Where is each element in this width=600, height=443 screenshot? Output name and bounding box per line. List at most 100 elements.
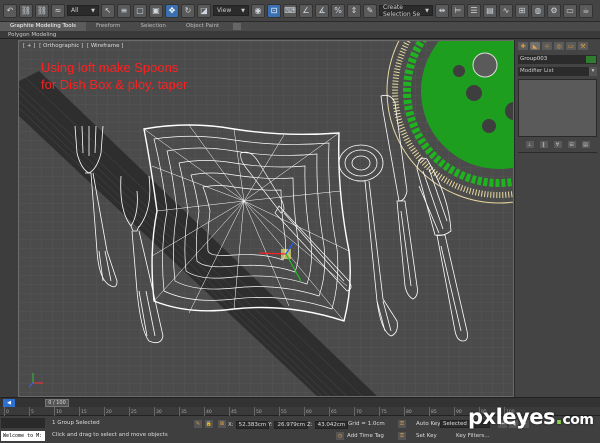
window-crossing-icon[interactable]: ▣ <box>149 3 163 18</box>
main-toolbar: ↶ ⛓ ⛓ ≈ All ▼ ↖ ≡ ▢ ▣ ✥ ↻ ◪ View ▼ ◉ ⊡ ⌨ ∠… <box>0 0 600 22</box>
select-object-icon[interactable]: ↖ <box>101 3 115 18</box>
watermark-tld: com <box>562 412 594 428</box>
object-name-field[interactable]: Group003 <box>518 55 597 64</box>
configure-sets-icon[interactable]: ▤ <box>581 141 590 148</box>
selection-filter-select[interactable]: All ▼ <box>67 5 99 16</box>
hierarchy-tab-icon[interactable]: ⊹ <box>542 42 552 50</box>
annotation-line-1: Using loft make Spoons <box>41 60 179 75</box>
object-name-value: Group003 <box>520 56 548 62</box>
tab-object-paint[interactable]: Object Paint <box>176 22 229 31</box>
z-value[interactable]: 43.042cm <box>314 421 349 429</box>
set-key-button[interactable]: Set Key <box>416 433 437 439</box>
tab-selection[interactable]: Selection <box>131 22 176 31</box>
viewport-menu-plus[interactable]: [ + ] <box>23 43 35 49</box>
named-selection-select[interactable]: Create Selection Se ▼ <box>379 4 433 18</box>
link-icon[interactable]: ⛓ <box>19 3 33 18</box>
select-manipulate-icon[interactable]: ⊡ <box>267 3 281 18</box>
timeline-tick-label: 25 <box>129 407 137 416</box>
z-label: Z: <box>307 422 313 428</box>
absolute-mode-icon[interactable]: ⊠ <box>218 420 226 428</box>
percent-snap-icon[interactable]: % <box>331 3 345 18</box>
scale-icon[interactable]: ◪ <box>197 3 211 18</box>
select-by-name-icon[interactable]: ≡ <box>117 3 131 18</box>
viewport-label: [ + ] [ Orthographic ] [ Wireframe ] <box>23 43 125 49</box>
prompt-line: Click and drag to select and move object… <box>52 432 168 438</box>
time-tag-icon[interactable]: ◷ <box>336 432 344 440</box>
schematic-view-icon[interactable]: ⊞ <box>515 3 529 18</box>
modify-tab-icon[interactable]: ◣ <box>530 42 540 50</box>
material-editor-icon[interactable]: ◍ <box>531 3 545 18</box>
viewport[interactable]: [ + ] [ Orthographic ] [ Wireframe ] Usi… <box>18 40 514 397</box>
display-tab-icon[interactable]: ▭ <box>566 42 576 50</box>
show-end-result-icon[interactable]: ‖ <box>539 141 548 148</box>
z-coordinate: Z: 43.042cm <box>307 421 349 429</box>
create-tab-icon[interactable]: ✚ <box>518 42 528 50</box>
render-setup-icon[interactable]: ⚙ <box>547 3 561 18</box>
edit-named-selection-icon[interactable]: ✎ <box>363 3 377 18</box>
modifier-list-select[interactable]: Modifier List ▾ <box>518 67 597 76</box>
maxscript-listener-input[interactable]: Welcome to M: <box>1 431 45 441</box>
watermark-brand: pxleyes <box>468 405 555 429</box>
snap-toggle-icon[interactable]: ∠ <box>299 3 313 18</box>
make-unique-icon[interactable]: ∀ <box>553 141 562 148</box>
rect-selection-icon[interactable]: ▢ <box>133 3 147 18</box>
ribbon-minimize-icon[interactable] <box>233 23 242 30</box>
timeline-tick-label: 60 <box>304 407 312 416</box>
x-value[interactable]: 52.383cm <box>235 421 270 429</box>
unlink-icon[interactable]: ⛓ <box>35 3 49 18</box>
render-production-icon[interactable]: ☕ <box>579 3 593 18</box>
selection-lock-icon[interactable]: 🔒 <box>205 420 213 428</box>
x-label: X: <box>228 422 234 428</box>
utilities-tab-icon[interactable]: ⚒ <box>578 42 588 50</box>
graphite-toggle-icon[interactable]: ▤ <box>483 3 497 18</box>
reference-coord-value: View <box>217 7 232 14</box>
pin-stack-icon[interactable]: ⊥ <box>525 141 534 148</box>
ribbon-tabs: Graphite Modeling Tools Freeform Selecti… <box>0 22 600 31</box>
mirror-icon[interactable]: ⇹ <box>435 3 449 18</box>
auto-key-button[interactable]: Auto Key <box>416 421 441 427</box>
chevron-down-icon: ▼ <box>425 7 429 14</box>
align-icon[interactable]: ⊨ <box>451 3 465 18</box>
timeline-tick-label: 10 <box>54 407 62 416</box>
bind-space-warp-icon[interactable]: ≈ <box>51 3 65 18</box>
timeline-tick-label: 20 <box>104 407 112 416</box>
viewport-shading-menu[interactable]: [ Wireframe ] <box>87 43 123 49</box>
timeline-tick-label: 70 <box>354 407 362 416</box>
spinner-snap-icon[interactable]: ⇕ <box>347 3 361 18</box>
modifier-stack[interactable] <box>518 79 597 137</box>
timeline-toggle-icon[interactable]: ◀ <box>3 399 15 407</box>
viewport-view-menu[interactable]: [ Orthographic ] <box>39 43 83 49</box>
set-key-icon[interactable]: ⚿ <box>398 432 406 440</box>
tab-freeform[interactable]: Freeform <box>86 22 131 31</box>
tab-graphite-modeling-tools[interactable]: Graphite Modeling Tools <box>0 22 87 31</box>
curve-editor-icon[interactable]: ∿ <box>499 3 513 18</box>
reference-coord-select[interactable]: View ▼ <box>213 5 249 16</box>
key-mode-icon[interactable]: ⚿ <box>398 420 406 428</box>
move-icon[interactable]: ✥ <box>165 3 179 18</box>
undo-icon[interactable]: ↶ <box>3 3 17 18</box>
annotation-text: Using loft make Spoons for Dish Box & pl… <box>41 59 187 93</box>
y-coordinate: Y: 26.979cm <box>268 421 309 429</box>
pivot-center-icon[interactable]: ◉ <box>251 3 265 18</box>
y-value[interactable]: 26.979cm <box>274 421 309 429</box>
motion-tab-icon[interactable]: ◎ <box>554 42 564 50</box>
timeline-tick-label: 45 <box>229 407 237 416</box>
chevron-down-icon: ▼ <box>91 7 95 14</box>
key-filters-button[interactable]: Key Filters... <box>456 433 489 439</box>
ribbon-subtab[interactable]: Polygon Modeling <box>0 31 600 39</box>
timeline-tick-label: 5 <box>29 407 34 416</box>
time-slider-thumb[interactable]: 0 / 100 <box>45 399 69 407</box>
maxscript-listener-output[interactable] <box>1 418 45 428</box>
keyboard-shortcut-icon[interactable]: ⌨ <box>283 3 297 18</box>
add-time-tag-button[interactable]: Add Time Tag <box>347 433 384 439</box>
rotate-icon[interactable]: ↻ <box>181 3 195 18</box>
x-coordinate: X: 52.383cm <box>228 421 270 429</box>
rendered-frame-icon[interactable]: ▭ <box>563 3 577 18</box>
layer-manager-icon[interactable]: ☰ <box>467 3 481 18</box>
timeline-tick-label: 35 <box>179 407 187 416</box>
stack-buttons: ⊥ ‖ ∀ ⊟ ▤ <box>515 137 600 152</box>
object-color-swatch[interactable] <box>586 56 596 63</box>
angle-snap-icon[interactable]: ∡ <box>315 3 329 18</box>
isolate-selection-icon[interactable]: ✎ <box>194 420 202 428</box>
remove-modifier-icon[interactable]: ⊟ <box>567 141 576 148</box>
